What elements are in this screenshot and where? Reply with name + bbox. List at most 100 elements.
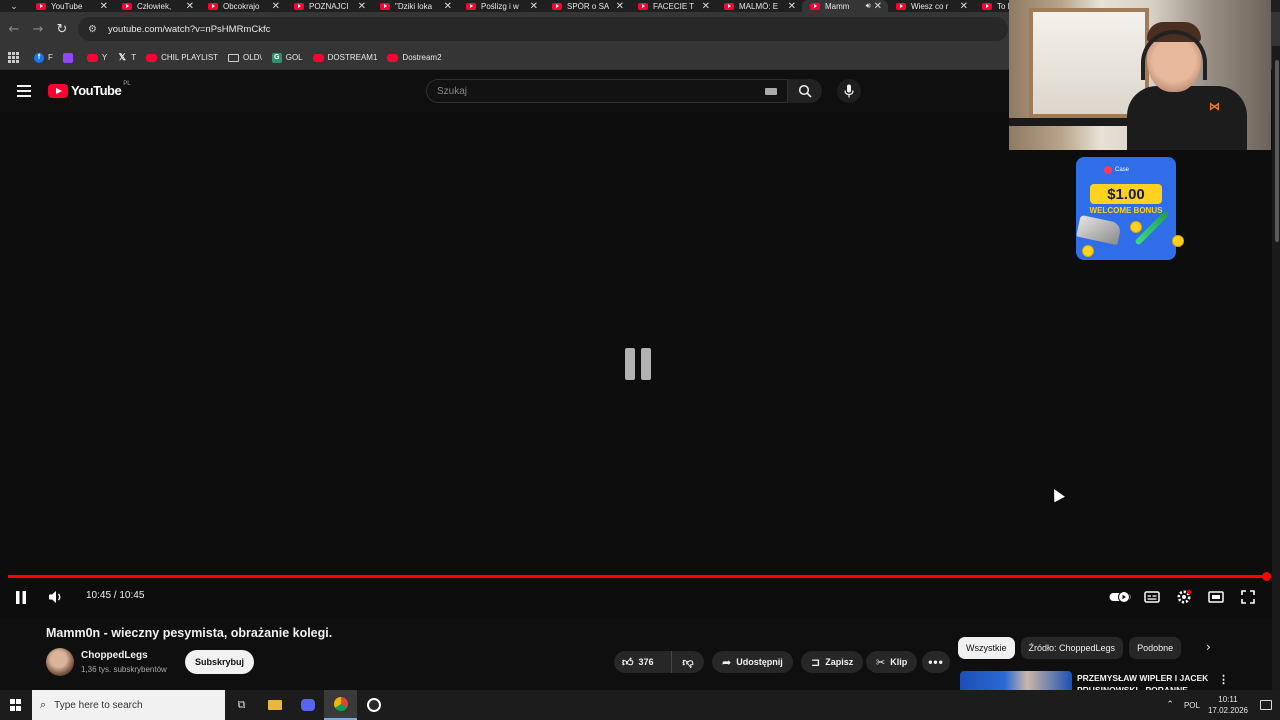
subtitles-button[interactable] — [1143, 588, 1161, 606]
back-icon[interactable]: ← — [2, 17, 26, 41]
start-button[interactable] — [0, 690, 32, 720]
taskbar-search-input[interactable]: ⌕ Type here to search — [32, 690, 225, 720]
search-input[interactable]: Szukaj — [426, 79, 788, 103]
bookmark-item[interactable] — [62, 52, 77, 63]
bookmark-item[interactable]: 𝕏T — [117, 52, 137, 63]
keyboard-icon[interactable] — [765, 87, 777, 95]
country-code: PL — [123, 80, 131, 87]
browser-tab[interactable]: "Dziki loka ✕ — [372, 0, 458, 12]
fullscreen-button[interactable] — [1239, 588, 1257, 606]
url-text: youtube.com/watch?v=nPsHMRmCkfc — [108, 23, 271, 35]
site-info-icon[interactable]: ⚙ — [88, 24, 100, 35]
discord-icon[interactable] — [291, 690, 324, 720]
share-label: Udostępnij — [736, 657, 783, 667]
youtube-favicon-icon — [122, 2, 132, 10]
share-button[interactable]: ➦ Udostępnij — [712, 651, 793, 673]
taskbar-clock[interactable]: 10:11 17.02.2026 — [1208, 694, 1248, 716]
clip-button[interactable]: ✂ Klip — [866, 651, 918, 673]
close-tab-icon[interactable]: ✕ — [530, 1, 538, 12]
browser-tab[interactable]: FACECIE T ✕ — [630, 0, 716, 12]
browser-tab[interactable]: Mamm 🔊︎ ✕ — [802, 0, 888, 12]
pause-button[interactable] — [12, 588, 30, 606]
fullscreen-icon — [1241, 590, 1255, 604]
browser-tab[interactable]: POZNAJCI ✕ — [286, 0, 372, 12]
like-dislike-group: 👍︎ 376 👎︎ — [614, 651, 704, 673]
related-video-thumbnail[interactable] — [960, 671, 1072, 690]
scrollbar-thumb[interactable] — [1275, 60, 1279, 242]
close-tab-icon[interactable]: ✕ — [616, 1, 624, 12]
tab-search-icon[interactable]: ⌄ — [0, 0, 28, 12]
file-explorer-icon[interactable] — [258, 690, 291, 720]
speaker-icon[interactable]: 🔊︎ — [866, 1, 871, 11]
theater-mode-icon — [1208, 591, 1224, 603]
bookmark-item[interactable]: DOSTREAM1 — [312, 53, 377, 62]
clock-time: 10:11 — [1218, 695, 1238, 704]
close-tab-icon[interactable]: ✕ — [702, 1, 710, 12]
channel-name[interactable]: ChoppedLegs — [81, 650, 148, 661]
close-tab-icon[interactable]: ✕ — [358, 1, 366, 12]
chip-similar[interactable]: Podobne — [1129, 637, 1182, 659]
close-tab-icon[interactable]: ✕ — [100, 1, 108, 12]
browser-tab[interactable]: Człowiek, ✕ — [114, 0, 200, 12]
browser-tab[interactable]: Wiesz co r ✕ — [888, 0, 974, 12]
voice-search-button[interactable] — [837, 79, 861, 103]
dislike-button[interactable]: 👎︎ — [672, 651, 704, 673]
search-button[interactable] — [788, 79, 822, 103]
browser-tab[interactable]: SPÓR o SA ✕ — [544, 0, 630, 12]
theater-mode-button[interactable] — [1207, 588, 1225, 606]
bookmark-item[interactable]: Y — [86, 53, 107, 62]
task-view-icon[interactable]: ⧉ — [225, 690, 258, 720]
like-button[interactable]: 👍︎ 376 — [614, 651, 672, 673]
windows-logo-icon — [10, 699, 22, 711]
save-button[interactable]: ⊐ Zapisz — [801, 651, 864, 673]
more-actions-button[interactable]: ••• — [922, 651, 950, 673]
close-tab-icon[interactable]: ✕ — [186, 1, 194, 12]
reload-icon[interactable]: ↻ — [50, 17, 74, 41]
tab-title: Mamm — [825, 1, 850, 11]
close-tab-icon[interactable]: ✕ — [788, 1, 796, 12]
menu-icon[interactable] — [17, 85, 31, 97]
close-tab-icon[interactable]: ✕ — [874, 1, 882, 12]
apps-grid-icon[interactable] — [8, 51, 20, 64]
related-video-title[interactable]: PRZEMYSŁAW WIPLER I JACEK PRUSINOWSKI - … — [1077, 672, 1217, 690]
close-tab-icon[interactable]: ✕ — [272, 1, 280, 12]
youtube-favicon-icon — [208, 2, 218, 10]
search-icon: ⌕ — [40, 698, 47, 711]
video-title: Mamm0n - wieczny pesymista, obrażanie ko… — [46, 626, 333, 640]
browser-tab[interactable]: Poślizg i w ✕ — [458, 0, 544, 12]
bookmark-item[interactable]: Dostream2 — [387, 53, 442, 62]
youtube-favicon-icon — [294, 2, 304, 10]
volume-button[interactable] — [47, 588, 65, 606]
browser-tab[interactable]: MALMÖ: E ✕ — [716, 0, 802, 12]
subscribe-button[interactable]: Subskrybuj — [185, 650, 254, 674]
browser-tab[interactable]: Obcokrajo ✕ — [200, 0, 286, 12]
youtube-logo[interactable]: YouTube PL — [48, 80, 131, 98]
chip-source[interactable]: Źródło: ChoppedLegs — [1020, 637, 1124, 659]
player-controls: 10:45 / 10:45 — [0, 582, 1272, 612]
bookmark-item[interactable]: CHIL PLAYLIST — [146, 53, 218, 62]
close-tab-icon[interactable]: ✕ — [444, 1, 452, 12]
channel-avatar[interactable] — [46, 648, 74, 676]
youtube-favicon-icon — [982, 2, 992, 10]
bookmark-item[interactable]: OLD\ — [228, 53, 262, 62]
forward-icon[interactable]: → — [26, 17, 50, 41]
input-language[interactable]: POL — [1184, 701, 1200, 710]
youtube-favicon-icon — [552, 2, 562, 10]
tray-expand-icon[interactable]: ⌃ — [1166, 700, 1174, 710]
close-tab-icon[interactable]: ✕ — [960, 1, 968, 12]
chip-all[interactable]: Wszystkie — [958, 637, 1015, 659]
autoplay-toggle[interactable] — [1108, 588, 1132, 606]
settings-button[interactable] — [1175, 588, 1193, 606]
bookmark-item[interactable]: fF — [34, 52, 53, 63]
bookmark-item[interactable]: G GOL — [271, 52, 303, 63]
scrubber-handle[interactable] — [1262, 572, 1271, 581]
coin-icon — [1130, 221, 1142, 233]
address-bar[interactable]: ⚙ youtube.com/watch?v=nPsHMRmCkfc — [78, 17, 1008, 41]
chrome-icon[interactable] — [324, 690, 357, 720]
kebab-menu-icon[interactable]: ⋮ — [1218, 673, 1229, 686]
browser-tab[interactable]: YouTube ✕ — [28, 0, 114, 12]
notification-icon[interactable] — [1260, 700, 1272, 710]
progress-bar[interactable] — [8, 575, 1266, 578]
chevron-right-icon[interactable]: › — [1206, 640, 1211, 654]
obs-icon[interactable] — [357, 690, 390, 720]
